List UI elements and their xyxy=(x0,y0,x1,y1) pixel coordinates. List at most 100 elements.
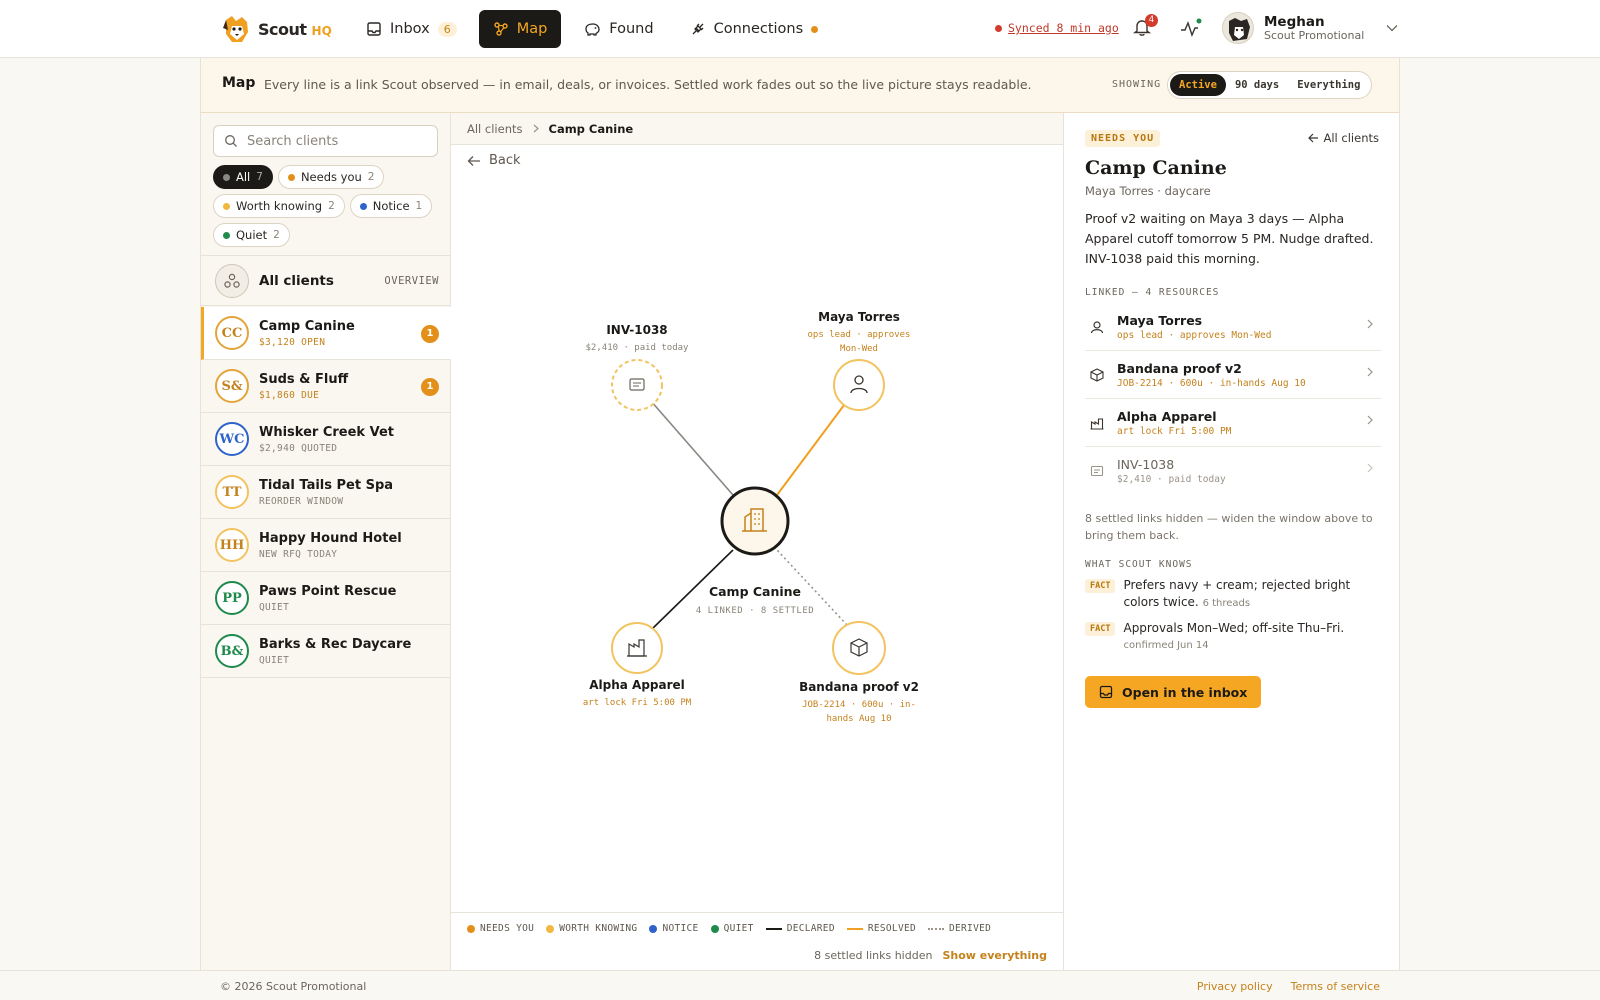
client-row[interactable]: S& Suds & Fluff $1,860 DUE 1 xyxy=(201,360,451,413)
client-title: Camp Canine xyxy=(1085,157,1227,179)
resource-row-invoice[interactable]: INV-1038 $2,410 · paid today xyxy=(1085,447,1381,495)
user-menu[interactable]: Meghan Scout Promotional xyxy=(1222,12,1398,44)
client-row[interactable]: HH Happy Hound Hotel NEW RFQ TODAY xyxy=(201,519,451,572)
resource-row-bandana[interactable]: Bandana proof v2 JOB-2214 · 600u · in-han… xyxy=(1085,351,1381,399)
brand-logo[interactable]: Scout HQ xyxy=(220,12,332,46)
dog-avatar-icon xyxy=(1229,18,1250,41)
terms-link[interactable]: Terms of service xyxy=(1291,980,1380,993)
resource-row-alpha[interactable]: Alpha Apparel art lock Fri 5:00 PM xyxy=(1085,399,1381,447)
client-name: Paws Point Rescue xyxy=(259,583,397,599)
filter-label: All xyxy=(236,170,251,184)
all-clients-overview[interactable]: All clients OVERVIEW xyxy=(201,255,451,306)
nav-connections[interactable]: Connections xyxy=(676,10,833,48)
activity-icon xyxy=(1181,18,1202,37)
legend-label: DERIVED xyxy=(949,923,992,934)
nav-connections-label: Connections xyxy=(713,21,804,37)
filter-dot xyxy=(287,173,295,181)
resource-meta: ops lead · approves Mon-Wed xyxy=(1117,329,1272,341)
legend-dot xyxy=(710,924,719,933)
node-invoice[interactable] xyxy=(611,359,663,411)
sync-label: Synced 8 min ago xyxy=(1008,21,1119,35)
filter-quiet[interactable]: Quiet 2 xyxy=(213,223,290,247)
factory-icon xyxy=(1090,417,1104,430)
nav-found[interactable]: Found xyxy=(569,10,667,48)
client-name: Suds & Fluff xyxy=(259,371,349,387)
privacy-link[interactable]: Privacy policy xyxy=(1197,980,1273,993)
brand-name: Scout xyxy=(258,19,307,39)
window-90-days-option[interactable]: 90 days xyxy=(1226,74,1288,96)
client-row[interactable]: TT Tidal Tails Pet Spa REORDER WINDOW xyxy=(201,466,451,519)
legend-label: NOTICE xyxy=(662,923,699,934)
open-in-inbox-label: Open in the inbox xyxy=(1122,684,1248,700)
client-row[interactable]: B& Barks & Rec Daycare QUIET xyxy=(201,625,451,678)
fact-meta: 6 threads xyxy=(1202,598,1251,609)
nav-inbox[interactable]: Inbox 6 xyxy=(352,10,471,48)
nav-map[interactable]: Map xyxy=(478,10,562,48)
top-nav-bar: Scout HQ Inbox 6 Map Found Connections S… xyxy=(0,0,1600,58)
copyright: © 2026 Scout Promotional xyxy=(220,980,367,993)
client-initials: S& xyxy=(221,378,243,394)
settled-hidden-note: 8 settled links hidden Show everything xyxy=(814,949,1047,962)
filter-worth-knowing[interactable]: Worth knowing 2 xyxy=(213,194,345,218)
fact-item: FACT Prefers navy + cream; rejected brig… xyxy=(1085,577,1385,612)
filter-dot xyxy=(359,202,367,210)
show-everything-link[interactable]: Show everything xyxy=(942,949,1047,962)
activity-button[interactable] xyxy=(1180,18,1202,38)
legend-dot xyxy=(467,924,475,933)
all-clients-link[interactable]: All clients xyxy=(1307,131,1379,145)
hidden-count-text: 8 settled links hidden xyxy=(814,949,933,962)
resource-name: INV-1038 xyxy=(1117,457,1175,472)
node-alpha[interactable] xyxy=(611,622,663,674)
search-box[interactable] xyxy=(213,125,438,157)
filter-dot xyxy=(223,231,230,239)
client-status: QUIET xyxy=(259,601,290,613)
clients-cluster-icon xyxy=(215,263,249,298)
client-row[interactable]: CC Camp Canine $3,120 OPEN 1 xyxy=(201,307,451,360)
filter-chips: All 7 Needs you 2 Worth knowing 2 Notice… xyxy=(213,165,443,247)
center-node-name: Camp Canine xyxy=(709,584,801,599)
window-active-option[interactable]: Active xyxy=(1170,74,1226,96)
settled-links-note: 8 settled links hidden — widen the windo… xyxy=(1085,512,1373,542)
chevron-right-icon xyxy=(1367,415,1373,425)
relationship-graph: Camp Canine 4 LINKED · 8 SETTLED INV-103… xyxy=(583,310,919,724)
open-in-inbox-button[interactable]: Open in the inbox xyxy=(1085,676,1262,708)
center-node[interactable] xyxy=(720,486,790,556)
client-name: Happy Hound Hotel xyxy=(259,530,402,546)
fact-tag: FACT xyxy=(1085,622,1116,636)
fact-meta: confirmed Jun 14 xyxy=(1123,640,1209,651)
filter-all[interactable]: All 7 xyxy=(213,165,273,189)
node-maya-meta2: Mon-Wed xyxy=(840,344,878,354)
node-invoice-name: INV-1038 xyxy=(606,323,667,337)
nav-found-label: Found xyxy=(609,21,654,37)
legend-line xyxy=(846,927,863,930)
resource-meta: JOB-2214 · 600u · in-hands Aug 10 xyxy=(1117,377,1306,389)
chevron-down-icon xyxy=(1386,25,1398,32)
resource-row-maya[interactable]: Maya Torres ops lead · approves Mon-Wed xyxy=(1085,303,1381,351)
search-input[interactable] xyxy=(247,133,427,149)
filter-needs-you[interactable]: Needs you 2 xyxy=(277,165,385,189)
filter-notice[interactable]: Notice 1 xyxy=(349,194,433,218)
user-org: Scout Promotional xyxy=(1264,28,1365,42)
filter-count: 7 xyxy=(256,171,263,183)
sync-status[interactable]: Synced 8 min ago xyxy=(995,21,1119,35)
notifications-button[interactable]: 4 xyxy=(1133,14,1158,37)
filter-label: Worth knowing xyxy=(236,199,323,213)
client-name: Tidal Tails Pet Spa xyxy=(259,477,394,493)
client-row[interactable]: WC Whisker Creek Vet $2,940 QUOTED xyxy=(201,413,451,466)
map-canvas-panel: All clients Camp Canine Back Camp Canine… xyxy=(451,113,1063,970)
inbox-icon xyxy=(1099,685,1113,699)
client-row[interactable]: PP Paws Point Rescue QUIET xyxy=(201,572,451,625)
inbox-icon xyxy=(367,22,381,36)
user-name: Meghan xyxy=(1264,13,1325,30)
legend-label: WORTH KNOWING xyxy=(559,923,638,934)
window-everything-option[interactable]: Everything xyxy=(1288,74,1369,96)
person-icon xyxy=(1090,320,1104,333)
resource-meta: art lock Fri 5:00 PM xyxy=(1117,425,1232,437)
filter-label: Needs you xyxy=(300,170,362,184)
node-bandana-meta2: hands Aug 10 xyxy=(826,714,891,724)
client-avatar: HH xyxy=(215,528,249,562)
avatar xyxy=(1222,12,1254,44)
filter-count: 2 xyxy=(367,171,375,183)
node-maya[interactable] xyxy=(833,359,885,411)
dog-logo-icon xyxy=(223,16,248,42)
